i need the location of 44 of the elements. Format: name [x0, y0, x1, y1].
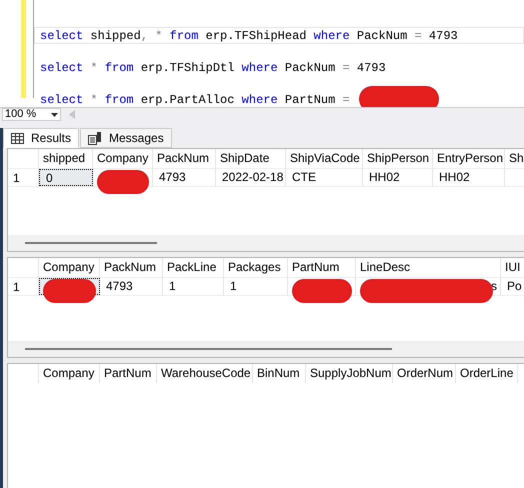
zoom-dropdown[interactable]: 100 %: [2, 108, 61, 121]
column-header[interactable]: PartNum: [100, 364, 157, 383]
column-header[interactable]: Sh: [505, 149, 524, 168]
table-cell[interactable]: HH02: [433, 169, 505, 186]
column-header[interactable]: EntryPerson: [433, 149, 505, 168]
messages-icon: [88, 131, 102, 145]
table-cell[interactable]: 1: [163, 278, 224, 295]
column-header[interactable]: Company: [39, 364, 100, 383]
column-header[interactable]: LineDesc: [356, 258, 501, 277]
column-header[interactable]: IUI: [501, 258, 524, 277]
table-cell[interactable]: HH02: [363, 169, 433, 186]
results-tab[interactable]: Messages: [80, 128, 172, 148]
results-tab[interactable]: Results: [3, 128, 80, 148]
table-cell[interactable]: 2022-02-18: [216, 169, 286, 186]
table-cell[interactable]: 4793: [100, 278, 163, 295]
column-header[interactable]: PackNum: [153, 149, 216, 168]
column-header[interactable]: SupplyJobNum: [306, 364, 393, 383]
table-cell[interactable]: Po: [501, 278, 524, 295]
grid-icon: [11, 132, 24, 144]
code-line: select * from erp.TFShipDtl where PackNum = 4793: [39, 60, 387, 76]
column-header[interactable]: BinNum: [253, 364, 306, 383]
column-header[interactable]: PackLine: [163, 258, 224, 277]
caret-icon: [51, 112, 58, 116]
table-cell[interactable]: 4793: [153, 169, 216, 186]
table-cell[interactable]: CTE: [286, 169, 363, 186]
code-line: select * from erp.PartAlloc where PartNum =: [39, 92, 351, 107]
scrollbar-thumb[interactable]: [25, 348, 392, 350]
scroll-left-icon[interactable]: [69, 110, 75, 119]
table-cell[interactable]: 0: [39, 169, 93, 186]
scrollbar-thumb[interactable]: [25, 242, 157, 244]
column-header[interactable]: ShipDate: [216, 149, 286, 168]
column-header[interactable]: PackNum: [100, 258, 163, 277]
column-header[interactable]: ShipPerson: [363, 149, 433, 168]
column-header[interactable]: PartNum: [288, 258, 356, 277]
column-header[interactable]: Company: [93, 149, 153, 168]
zoom-value: 100 %: [5, 109, 36, 120]
column-header[interactable]: ShipViaCode: [286, 149, 363, 168]
column-header[interactable]: OrderLine: [456, 364, 518, 383]
column-header[interactable]: shipped: [39, 149, 93, 168]
column-header[interactable]: Company: [39, 258, 100, 277]
table-cell[interactable]: 1: [224, 278, 288, 295]
column-header[interactable]: OrderNum: [393, 364, 456, 383]
column-header[interactable]: Packages: [224, 258, 288, 277]
column-header[interactable]: WarehouseCode: [157, 364, 253, 383]
